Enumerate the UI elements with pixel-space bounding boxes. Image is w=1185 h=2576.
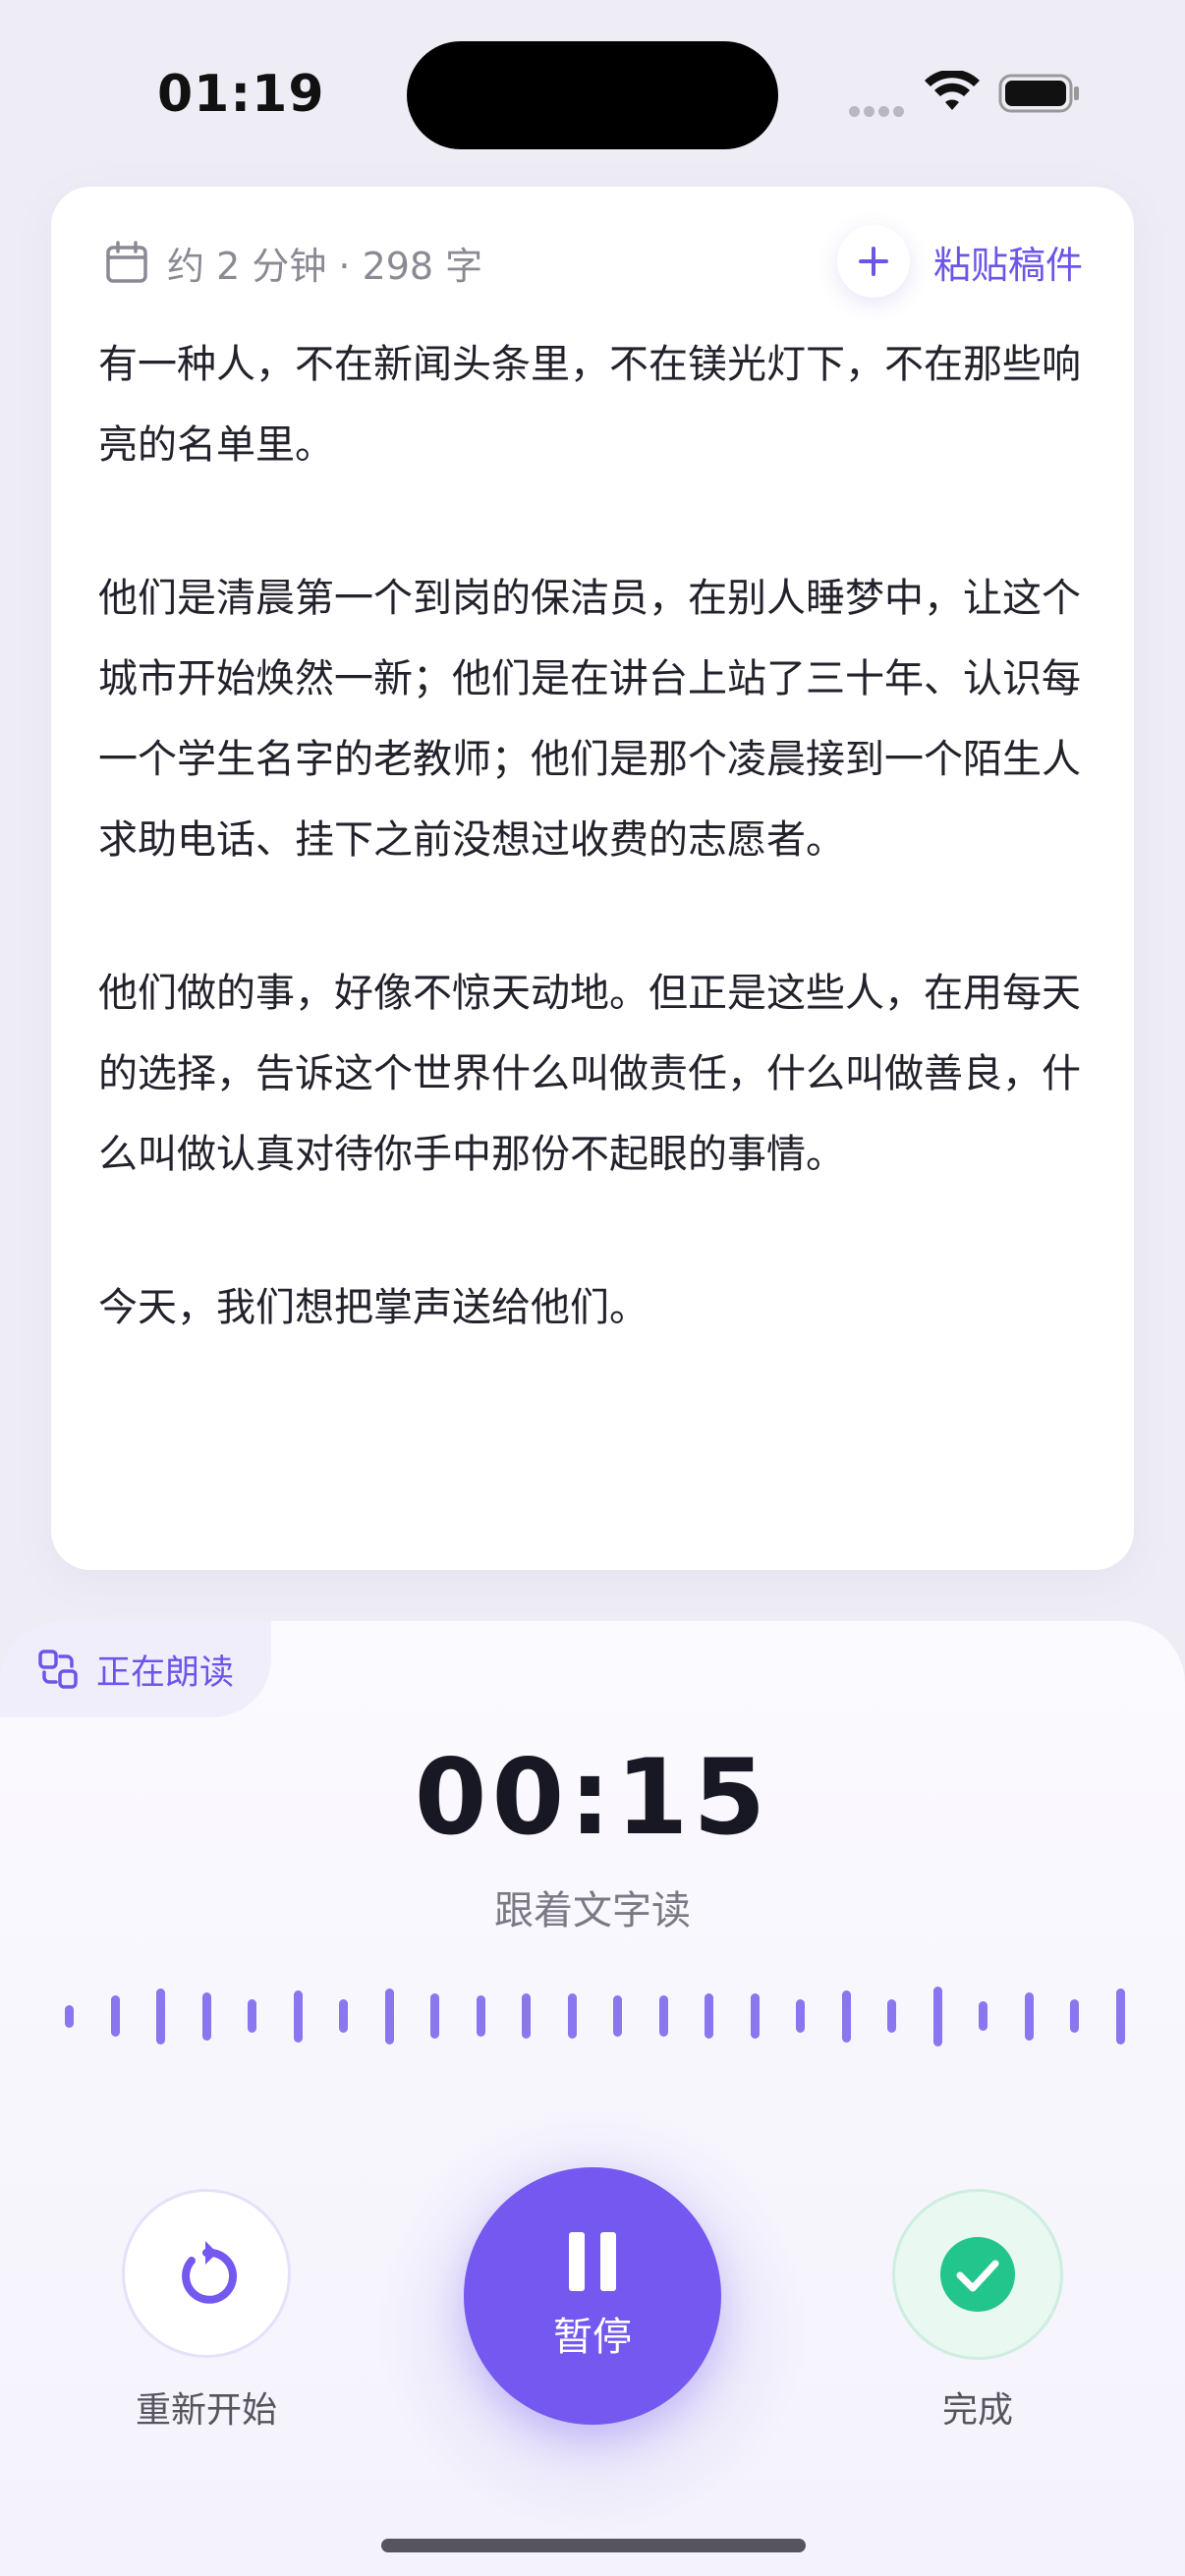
check-icon (940, 2237, 1015, 2312)
waveform-bar (613, 1995, 622, 2037)
waveform-bar (156, 1988, 165, 2044)
waveform-bar (796, 1999, 805, 2033)
waveform-bar (659, 1995, 668, 2037)
plus-icon (836, 225, 910, 298)
restart-icon (182, 2241, 238, 2304)
status-time: 01:19 (157, 65, 325, 124)
waveform-bar (933, 1987, 942, 2046)
recording-timer: 00:15 (414, 1737, 771, 1858)
waveform-bar (111, 1995, 120, 2037)
script-paragraph: 有一种人，不在新闻头条里，不在镁光灯下，不在那些响亮的名单里。 (98, 342, 1081, 468)
waveform-bar (1070, 1999, 1079, 2033)
waveform-bar (477, 1995, 485, 2037)
waveform-bar (294, 1990, 303, 2043)
script-card: 约 2 分钟 · 298 字 粘贴稿件 有一种人，不在新闻头条里，不在镁光灯下，… (51, 187, 1134, 1570)
script-paragraph: 今天，我们想把掌声送给他们。 (98, 1285, 649, 1330)
reading-mode-icon (38, 1650, 78, 1689)
calendar-icon (106, 241, 147, 283)
restart-button[interactable] (122, 2189, 291, 2358)
waveform-bar (248, 1999, 256, 2033)
done-label: 完成 (941, 2390, 1013, 2431)
reading-status-label: 正在朗读 (96, 1652, 235, 1693)
waveform-bar (202, 1992, 211, 2041)
waveform-bar (842, 1990, 851, 2043)
home-indicator (381, 2539, 806, 2552)
reading-hint: 跟着文字读 (494, 1888, 691, 1933)
pause-button[interactable]: 暂停 (464, 2167, 721, 2425)
waveform-bar (705, 1993, 713, 2039)
waveform-bar (751, 1993, 760, 2039)
battery-icon (998, 74, 1079, 113)
waveform-bar (568, 1993, 577, 2039)
script-meta: 约 2 分钟 · 298 字 (104, 228, 482, 297)
waveform-bar (979, 2001, 988, 2031)
restart-label: 重新开始 (135, 2390, 277, 2431)
script-paragraph: 他们做的事，好像不惊天动地。但正是这些人，在用每天的选择，告诉这个世界什么叫做责… (98, 971, 1081, 1177)
waveform-bar (522, 1993, 531, 2039)
pause-icon (569, 2232, 616, 2291)
waveform-bar (65, 2005, 74, 2028)
dynamic-island (407, 41, 778, 149)
waveform-bar (887, 1999, 896, 2033)
waveform-bar (1025, 1992, 1034, 2041)
waveform-bar (1116, 1988, 1125, 2044)
pause-label: 暂停 (553, 2315, 632, 2360)
cellular-signal-icon (849, 102, 908, 117)
paste-script-label: 粘贴稿件 (932, 243, 1083, 287)
waveform-bar (385, 1988, 394, 2044)
done-button[interactable] (892, 2189, 1063, 2360)
script-meta-text: 约 2 分钟 · 298 字 (167, 244, 483, 288)
reading-status-tag: 正在朗读 (0, 1621, 271, 1717)
waveform-bar (430, 1993, 439, 2039)
wifi-icon (925, 71, 980, 110)
waveform-bar (339, 1999, 348, 2033)
script-body: 有一种人，不在新闻头条里，不在镁光灯下，不在那些响亮的名单里。 他们是清晨第一个… (98, 324, 1091, 1421)
paste-script-button[interactable]: 粘贴稿件 (836, 220, 1083, 303)
script-paragraph: 他们是清晨第一个到岗的保洁员，在别人睡梦中，让这个城市开始焕然一新；他们是在讲台… (98, 576, 1081, 863)
